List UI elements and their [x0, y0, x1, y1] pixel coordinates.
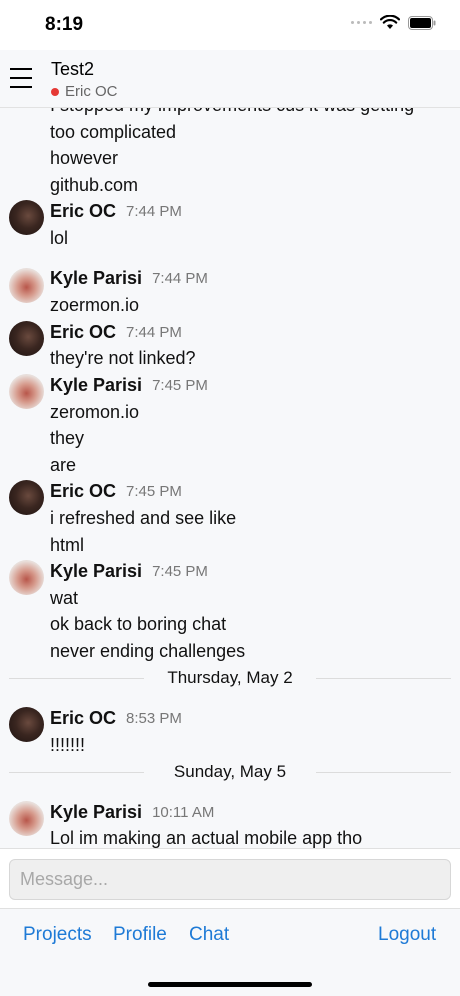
date-label: Sunday, May 5 [163, 761, 297, 782]
message-timestamp: 7:44 PM [126, 323, 182, 341]
user-avatar[interactable] [9, 560, 44, 596]
nav-profile-link[interactable]: Profile [113, 924, 167, 946]
message-text: i refreshed and see like [50, 507, 237, 528]
status-icons [351, 15, 436, 30]
date-separator: Sunday, May 5 [0, 758, 460, 785]
message-timestamp: 7:45 PM [152, 376, 208, 394]
bottom-nav: Projects Profile Chat Logout [0, 908, 460, 996]
user-avatar[interactable] [9, 707, 44, 743]
message-text: ok back to boring chat [50, 614, 227, 635]
message-input[interactable] [9, 859, 451, 900]
user-avatar[interactable] [9, 267, 44, 303]
message-author: Eric OC [50, 321, 117, 342]
message-header: Kyle Parisi 10:11 AM [0, 799, 460, 836]
message-text: are [50, 454, 77, 475]
message-list-content: I stopped my improvements cus it was get… [0, 108, 460, 848]
message-header: Eric OC 8:53 PM [0, 705, 460, 743]
message-header: Eric OC 7:44 PM [0, 198, 460, 236]
message-text: I stopped my improvements cus it was get… [0, 108, 460, 119]
message-text: html [50, 534, 85, 555]
message-text: too complicated [50, 121, 177, 142]
message-timestamp: 8:53 PM [126, 709, 182, 727]
nav-chat-link[interactable]: Chat [189, 924, 229, 946]
message-author: Kyle Parisi [50, 560, 143, 581]
message-timestamp: 7:45 PM [152, 562, 208, 580]
user-avatar[interactable] [9, 800, 44, 836]
hamburger-menu-icon[interactable] [10, 68, 32, 88]
message-text: they're not linked? [50, 348, 196, 369]
status-bar: 8:19 [0, 0, 460, 50]
user-avatar[interactable] [9, 320, 44, 356]
message-header: Kyle Parisi 7:45 PM [0, 372, 460, 409]
message-text: Lol im making an actual mobile app tho [50, 828, 363, 848]
date-separator: Thursday, May 2 [0, 664, 460, 691]
message-timestamp: 7:45 PM [126, 483, 182, 501]
status-time: 8:19 [45, 14, 84, 35]
message-text: wat [50, 587, 79, 608]
message-text: they [50, 428, 85, 449]
message-text: zoermon.io [50, 295, 140, 316]
message-timestamp: 10:11 AM [152, 803, 215, 821]
message-header: Eric OC 7:44 PM [0, 319, 460, 356]
message-author: Kyle Parisi [50, 801, 143, 822]
cellular-signal-icon [351, 21, 372, 24]
message-text: lol [50, 227, 69, 248]
message-author: Eric OC [50, 201, 117, 222]
message-text: github.com [50, 174, 139, 195]
message-timestamp: 7:44 PM [126, 203, 182, 221]
message-text: !!!!!!! [50, 734, 86, 755]
message-author: Eric OC [50, 707, 117, 728]
message-header: Kyle Parisi 7:45 PM [0, 558, 460, 596]
home-indicator [148, 982, 312, 987]
message-author: Kyle Parisi [50, 268, 143, 289]
message-timestamp: 7:44 PM [152, 270, 208, 288]
user-avatar[interactable] [9, 373, 44, 409]
channel-participant: Eric OC [51, 83, 118, 100]
battery-icon [408, 15, 436, 30]
message-composer [0, 848, 460, 908]
message-text: never ending challenges [50, 640, 246, 661]
message-header: Kyle Parisi 7:44 PM [0, 266, 460, 303]
chat-header: Test2 Eric OC [0, 50, 460, 108]
message-text: however [50, 148, 119, 169]
participant-name: Eric OC [65, 83, 118, 100]
online-status-dot [51, 87, 59, 96]
message-text: zeromon.io [50, 401, 140, 422]
message-author: Kyle Parisi [50, 374, 143, 395]
message-author: Eric OC [50, 481, 117, 502]
message-list[interactable]: I stopped my improvements cus it was get… [0, 108, 460, 848]
channel-title: Test2 [51, 59, 95, 79]
date-label: Thursday, May 2 [157, 667, 303, 688]
message-header: Eric OC 7:45 PM [0, 478, 460, 516]
nav-projects-link[interactable]: Projects [23, 924, 92, 946]
nav-logout-link[interactable]: Logout [378, 924, 436, 946]
wifi-icon [380, 15, 400, 29]
